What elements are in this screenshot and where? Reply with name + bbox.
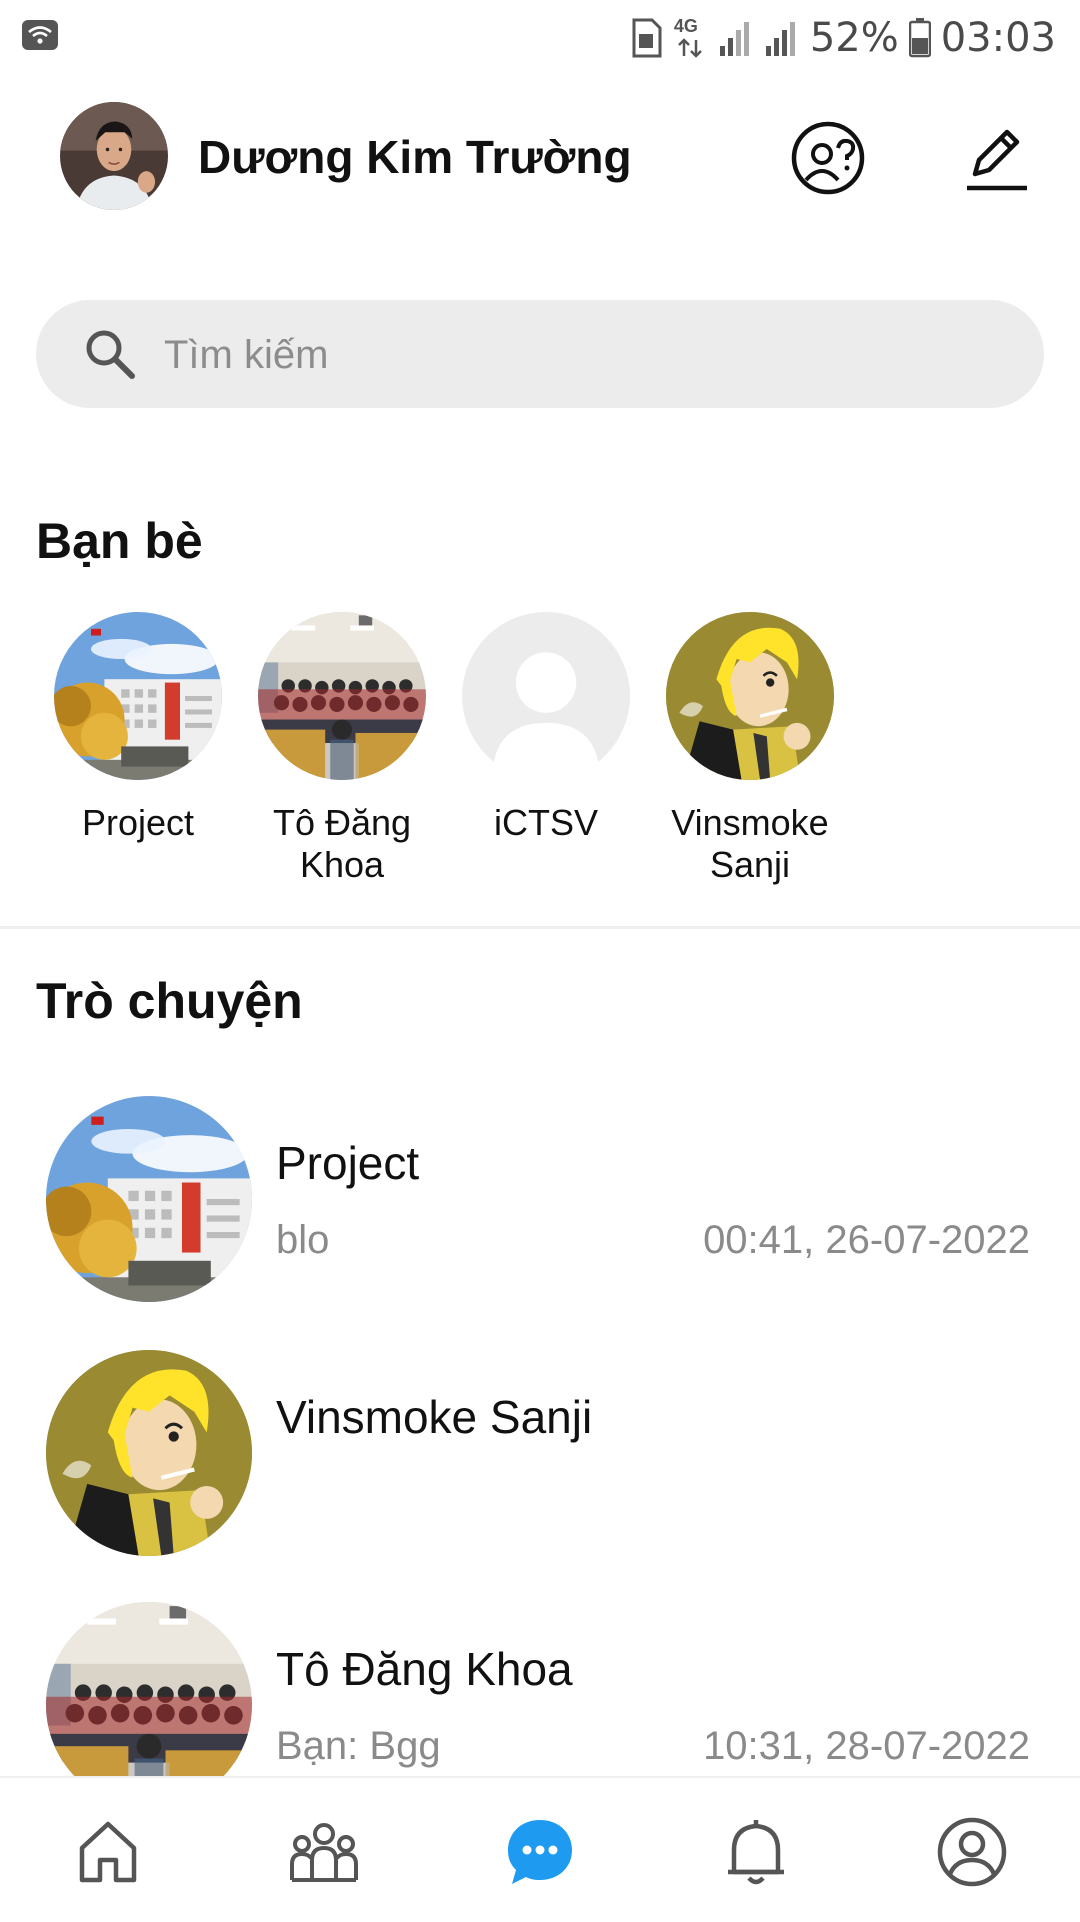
chat-item-vinsmoke-sanji[interactable]: Vinsmoke Sanji xyxy=(0,1350,1080,1566)
search-input[interactable] xyxy=(162,300,1006,410)
avatar xyxy=(46,1096,252,1302)
network-type-icon: 4G xyxy=(674,16,708,60)
friend-name: Project xyxy=(81,802,195,843)
chat-timestamp: 10:31, 28-07-2022 xyxy=(703,1724,1030,1768)
chats-section-title: Trò chuyện xyxy=(36,973,303,1029)
home-icon xyxy=(79,1821,137,1883)
chat-name: Project xyxy=(276,1137,420,1189)
friend-name: iCTSV xyxy=(493,802,598,843)
messages-icon xyxy=(508,1820,572,1884)
search-bar[interactable] xyxy=(36,300,1044,410)
bottom-navigation xyxy=(0,1776,1080,1922)
signal-icon xyxy=(719,22,749,56)
friend-item-to-dang-khoa[interactable]: Tô Đăng Khoa xyxy=(242,610,442,886)
chat-timestamp: 00:41, 26-07-2022 xyxy=(703,1218,1030,1262)
chat-item-project[interactable]: Project blo 00:41, 26-07-2022 xyxy=(0,1096,1080,1312)
avatar xyxy=(54,612,222,780)
nav-notifications[interactable] xyxy=(716,1812,796,1892)
search-icon xyxy=(86,330,135,379)
avatar xyxy=(46,1350,252,1556)
signal-icon xyxy=(765,22,795,56)
friends-group-icon xyxy=(290,1823,358,1882)
chat-name: Vinsmoke Sanji xyxy=(276,1391,593,1443)
friends-row: Project Tô Đăng Khoa iCTSV Vinsmoke Sanj… xyxy=(0,610,1080,900)
profile-avatar[interactable] xyxy=(60,102,168,210)
default-user-icon xyxy=(462,612,630,780)
help-chat-button[interactable] xyxy=(788,118,868,198)
chat-last-message: Bạn: Bgg xyxy=(276,1724,441,1768)
friend-item-vinsmoke-sanji[interactable]: Vinsmoke Sanji xyxy=(650,610,850,886)
compose-icon xyxy=(967,129,1027,191)
battery-percent: 52% xyxy=(809,15,899,61)
friend-item-ictsv[interactable]: iCTSV xyxy=(446,610,646,844)
battery-icon xyxy=(908,18,931,58)
avatar xyxy=(258,612,426,780)
status-bar: 4G 52% 03:03 xyxy=(0,0,1080,76)
avatar xyxy=(666,612,834,780)
compose-button[interactable] xyxy=(955,118,1035,198)
chat-name: Tô Đăng Khoa xyxy=(276,1643,573,1695)
friend-name: Vinsmoke Sanji xyxy=(671,802,829,885)
nav-messages[interactable] xyxy=(500,1812,580,1892)
user-name[interactable]: Dương Kim Trường xyxy=(198,130,632,184)
nav-profile[interactable] xyxy=(932,1812,1012,1892)
nav-home[interactable] xyxy=(68,1812,148,1892)
profile-icon xyxy=(937,1817,1007,1887)
app-header: Dương Kim Trường xyxy=(0,100,1080,220)
nav-friends[interactable] xyxy=(284,1812,364,1892)
section-divider xyxy=(0,926,1080,929)
chat-last-message: blo xyxy=(276,1218,330,1262)
friends-section-title: Bạn bè xyxy=(36,513,203,569)
help-chat-icon xyxy=(791,121,865,195)
clock: 03:03 xyxy=(940,15,1056,61)
data-arrows-icon xyxy=(677,38,702,58)
notifications-bell-icon xyxy=(728,1820,784,1885)
friend-name: Tô Đăng Khoa xyxy=(272,802,412,885)
wifi-icon xyxy=(22,20,58,50)
friend-item-project[interactable]: Project xyxy=(38,610,238,844)
sim-icon xyxy=(632,18,662,58)
